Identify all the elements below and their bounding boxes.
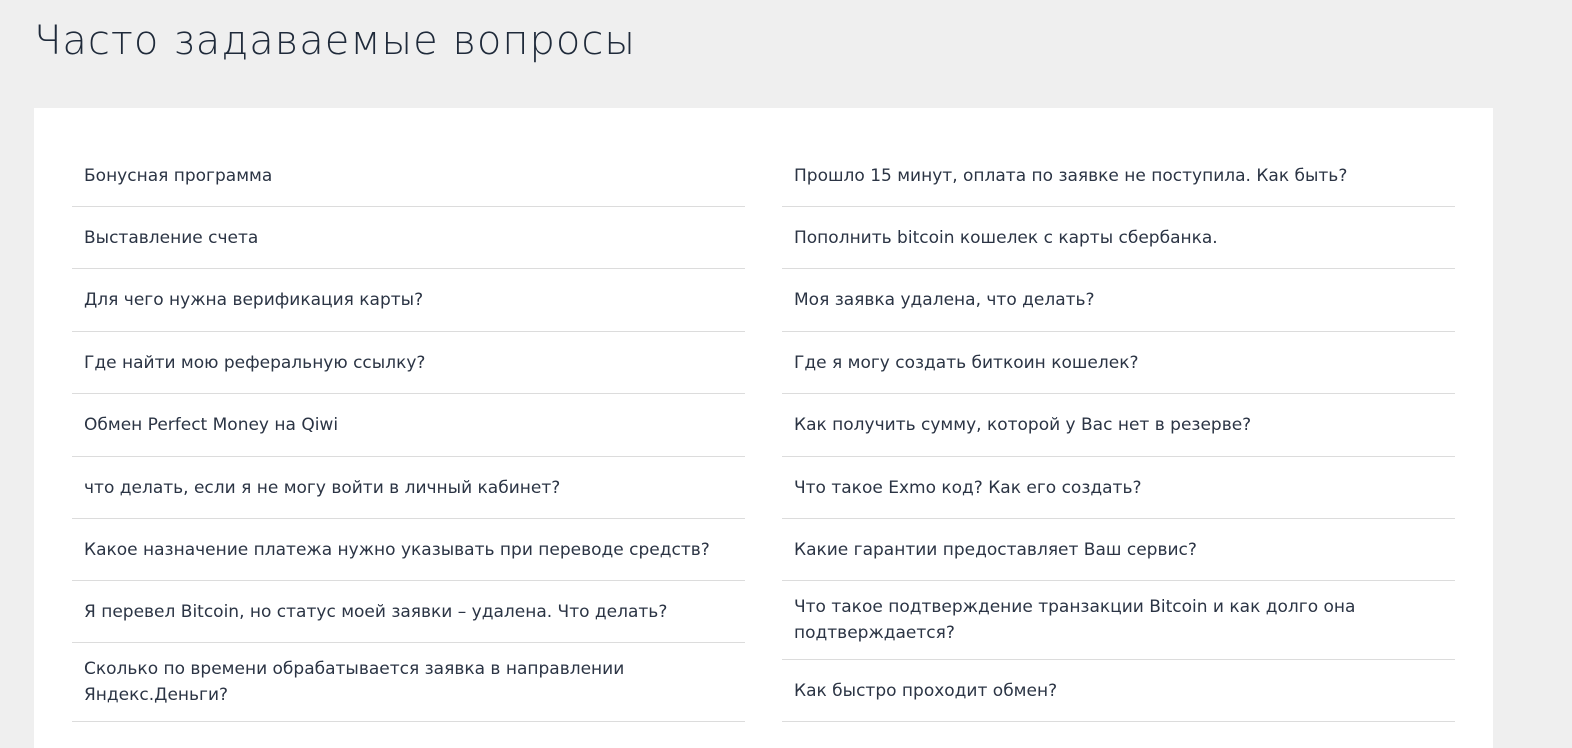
page-title: Часто задаваемые вопросы [34, 18, 636, 64]
faq-item[interactable]: Пополнить bitcoin кошелек с карты сберба… [782, 207, 1455, 269]
faq-question: что делать, если я не могу войти в личны… [84, 477, 561, 498]
faq-question: Обмен Perfect Money на Qiwi [84, 415, 339, 435]
faq-question: Как получить сумму, которой у Вас нет в … [794, 415, 1252, 435]
faq-panel: Бонусная программа Выставление счета Для… [34, 108, 1493, 748]
faq-question: Я перевел Bitcoin, но статус моей заявки… [84, 601, 668, 622]
faq-question: Прошло 15 минут, оплата по заявке не пос… [794, 166, 1348, 186]
faq-question: Где найти мою реферальную ссылку? [84, 352, 426, 373]
faq-question: Моя заявка удалена, что делать? [794, 290, 1095, 310]
faq-question: Выставление счета [84, 227, 259, 248]
faq-item[interactable]: Обмен Perfect Money на Qiwi [72, 394, 745, 457]
faq-question: Что такое подтверждение транзакции Bitco… [794, 597, 1356, 643]
faq-item[interactable]: Сколько по времени обрабатывается заявка… [72, 643, 745, 722]
faq-item[interactable]: Какое назначение платежа нужно указывать… [72, 519, 745, 581]
faq-question: Сколько по времени обрабатывается заявка… [84, 659, 625, 705]
faq-item[interactable]: Как быстро проходит обмен? [782, 660, 1455, 722]
faq-column-left: Бонусная программа Выставление счета Для… [72, 146, 745, 722]
faq-question: Пополнить bitcoin кошелек с карты сберба… [794, 227, 1218, 248]
faq-item[interactable]: Что такое подтверждение транзакции Bitco… [782, 581, 1455, 660]
faq-question: Бонусная программа [84, 166, 273, 186]
faq-question: Как быстро проходит обмен? [794, 680, 1058, 701]
faq-question: Что такое Exmo код? Как его создать? [794, 477, 1142, 498]
faq-item[interactable]: Выставление счета [72, 207, 745, 269]
faq-question: Какое назначение платежа нужно указывать… [84, 539, 710, 560]
faq-item[interactable]: Где я могу создать биткоин кошелек? [782, 332, 1455, 394]
faq-item[interactable]: Как получить сумму, которой у Вас нет в … [782, 394, 1455, 457]
faq-item[interactable]: Прошло 15 минут, оплата по заявке не пос… [782, 146, 1455, 207]
faq-question: Где я могу создать биткоин кошелек? [794, 352, 1139, 373]
faq-item[interactable]: Моя заявка удалена, что делать? [782, 269, 1455, 332]
faq-item[interactable]: Бонусная программа [72, 146, 745, 207]
faq-item[interactable]: Где найти мою реферальную ссылку? [72, 332, 745, 394]
faq-question: Какие гарантии предоставляет Ваш сервис? [794, 539, 1197, 560]
faq-item[interactable]: что делать, если я не могу войти в личны… [72, 457, 745, 519]
faq-question: Для чего нужна верификация карты? [84, 290, 424, 310]
faq-column-right: Прошло 15 минут, оплата по заявке не пос… [782, 146, 1455, 722]
faq-item[interactable]: Какие гарантии предоставляет Ваш сервис? [782, 519, 1455, 581]
faq-item[interactable]: Для чего нужна верификация карты? [72, 269, 745, 332]
faq-item[interactable]: Что такое Exmo код? Как его создать? [782, 457, 1455, 519]
faq-item[interactable]: Я перевел Bitcoin, но статус моей заявки… [72, 581, 745, 643]
